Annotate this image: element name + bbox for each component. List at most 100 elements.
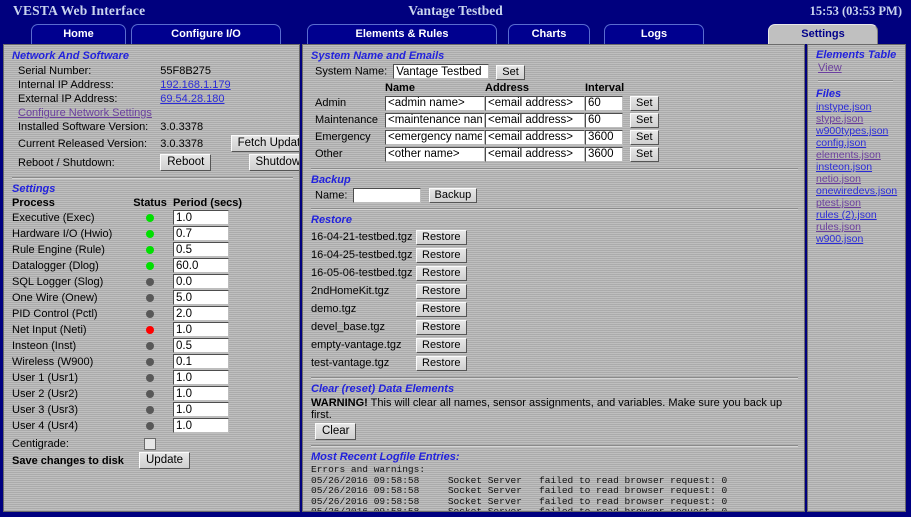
restore-button[interactable]: Restore (416, 247, 467, 263)
process-name: SQL Logger (Slog) (12, 275, 104, 288)
period-input[interactable] (173, 290, 229, 305)
period-input[interactable] (173, 418, 229, 433)
restore-button-cell: Restore (416, 264, 467, 282)
file-link[interactable]: rules (2).json (816, 209, 899, 221)
tab-home[interactable]: Home (31, 24, 126, 44)
update-button[interactable]: Update (139, 452, 191, 469)
reboot-button[interactable]: Reboot (160, 154, 212, 171)
file-link[interactable]: onewiredevs.json (816, 185, 899, 197)
process-name: PID Control (Pctl) (12, 307, 98, 320)
email-set-button[interactable]: Set (630, 112, 659, 128)
period-input[interactable] (173, 370, 229, 385)
system-name-set-button[interactable]: Set (496, 64, 525, 80)
email-address-cell (485, 112, 585, 129)
fetch-update-button[interactable]: Fetch Update (230, 135, 299, 152)
email-address-input[interactable] (485, 95, 585, 111)
process-period-cell (173, 306, 253, 322)
file-link[interactable]: instype.json (816, 101, 899, 113)
file-link[interactable]: w900types.json (816, 125, 899, 137)
email-name-input[interactable] (385, 95, 485, 111)
elements-table-view-link[interactable]: View (818, 62, 842, 74)
restore-button[interactable]: Restore (416, 337, 467, 353)
file-link[interactable]: rules.json (816, 221, 899, 233)
email-interval-input[interactable] (585, 112, 623, 128)
period-input[interactable] (173, 354, 229, 369)
email-set-button[interactable]: Set (630, 146, 659, 162)
email-set-button[interactable]: Set (630, 95, 659, 111)
backup-button[interactable]: Backup (428, 188, 478, 203)
clear-button[interactable]: Clear (315, 423, 357, 440)
file-link[interactable]: ptest.json (816, 197, 899, 209)
emails-table: Name Address Interval AdminSetMaintenanc… (315, 82, 659, 163)
file-link[interactable]: insteon.json (816, 161, 899, 173)
external-ip-label: External IP Address: (18, 93, 118, 105)
restore-button[interactable]: Restore (416, 355, 467, 371)
backup-name-input[interactable] (353, 187, 422, 203)
file-link[interactable]: config.json (816, 137, 899, 149)
file-link[interactable]: w900.json (816, 233, 899, 245)
period-input[interactable] (173, 402, 229, 417)
file-link[interactable]: stype.json (816, 113, 899, 125)
period-input[interactable] (173, 210, 229, 225)
period-input[interactable] (173, 226, 229, 241)
external-ip-link[interactable]: 69.54.28.180 (160, 93, 224, 105)
email-set-cell: Set (625, 129, 659, 146)
tab-charts[interactable]: Charts (508, 24, 590, 44)
tab-elements-rules[interactable]: Elements & Rules (307, 24, 497, 44)
system-name-input[interactable] (393, 64, 490, 79)
email-set-button[interactable]: Set (630, 129, 659, 145)
file-link[interactable]: netio.json (816, 173, 899, 185)
email-name-input[interactable] (385, 146, 485, 162)
restore-button[interactable]: Restore (416, 283, 467, 299)
process-period-cell (173, 418, 253, 434)
email-interval-input[interactable] (585, 95, 623, 111)
table-row: 16-04-25-testbed.tgz Restore (311, 246, 467, 264)
network-info-table: Serial Number: 55F8B275 Internal IP Addr… (12, 64, 299, 172)
centigrade-checkbox[interactable] (144, 437, 156, 450)
period-input[interactable] (173, 258, 229, 273)
email-address-input[interactable] (485, 112, 585, 128)
process-period-cell (173, 322, 253, 338)
restore-button[interactable]: Restore (416, 301, 467, 317)
divider (818, 80, 893, 82)
table-row: User 2 (Usr2) (12, 386, 253, 402)
restore-section-title: Restore (311, 214, 352, 226)
email-address-cell (485, 146, 585, 163)
app-title: VESTA Web Interface (13, 3, 146, 18)
email-address-input[interactable] (485, 129, 585, 145)
period-input[interactable] (173, 242, 229, 257)
col-interval: Interval (585, 81, 625, 94)
period-input[interactable] (173, 274, 229, 289)
col-address: Address (485, 81, 530, 94)
email-name-input[interactable] (385, 112, 485, 128)
configure-network-settings-link[interactable]: Configure Network Settings (18, 107, 152, 119)
file-link[interactable]: elements.json (816, 149, 899, 161)
period-input[interactable] (173, 322, 229, 337)
clear-section-title: Clear (reset) Data Elements (311, 383, 455, 395)
shutdown-button[interactable]: Shutdown (248, 154, 299, 171)
email-name-input[interactable] (385, 129, 485, 145)
period-input[interactable] (173, 338, 229, 353)
backup-file-name: demo.tgz (311, 303, 357, 315)
period-input[interactable] (173, 386, 229, 401)
tab-logs[interactable]: Logs (604, 24, 704, 44)
restore-button[interactable]: Restore (416, 319, 467, 335)
email-interval-input[interactable] (585, 146, 623, 162)
period-input[interactable] (173, 306, 229, 321)
process-status-cell (127, 386, 173, 402)
restore-button[interactable]: Restore (416, 229, 467, 245)
internal-ip-link[interactable]: 192.168.1.179 (160, 79, 230, 91)
table-row: Hardware I/O (Hwio) (12, 226, 253, 242)
status-indicator-gray (146, 421, 154, 430)
tab-settings[interactable]: Settings (768, 24, 878, 44)
table-row: demo.tgz Restore (311, 300, 467, 318)
email-interval-input[interactable] (585, 129, 623, 145)
email-address-input[interactable] (485, 146, 585, 162)
restore-button[interactable]: Restore (416, 265, 467, 281)
restore-button-cell: Restore (416, 300, 467, 318)
tab-configure-i-o[interactable]: Configure I/O (131, 24, 281, 44)
process-status-cell (127, 258, 173, 274)
restore-button-cell: Restore (416, 336, 467, 354)
backup-file-name: empty-vantage.tgz (311, 339, 402, 351)
warning-prefix: WARNING! (311, 397, 368, 409)
